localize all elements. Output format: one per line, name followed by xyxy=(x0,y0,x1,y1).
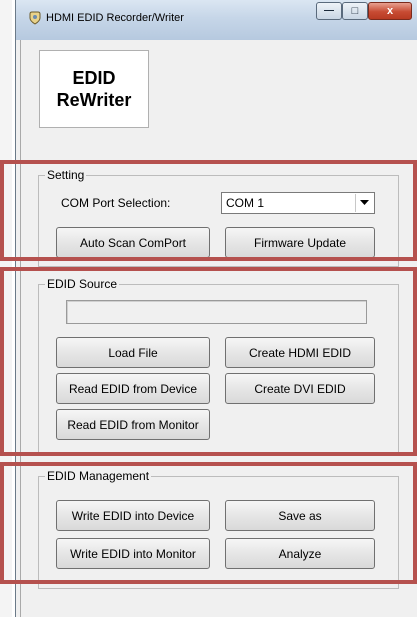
window-title: HDMI EDID Recorder/Writer xyxy=(46,12,184,24)
close-button[interactable]: x xyxy=(368,2,412,20)
logo-line-1: EDID xyxy=(72,68,116,88)
setting-highlight-box xyxy=(0,160,417,261)
logo: EDID ReWriter xyxy=(39,50,149,128)
app-icon xyxy=(29,11,41,25)
maximize-button[interactable]: □ xyxy=(342,2,368,20)
maximize-icon: □ xyxy=(351,4,359,17)
logo-line-2: ReWriter xyxy=(56,90,132,110)
edid-source-highlight-box xyxy=(0,267,417,456)
edid-management-highlight-box xyxy=(0,462,417,584)
minimize-icon: — xyxy=(324,5,334,16)
close-icon: x xyxy=(386,4,394,17)
title-bar[interactable]: HDMI EDID Recorder/Writer — □ x xyxy=(16,0,417,40)
minimize-button[interactable]: — xyxy=(316,2,342,20)
